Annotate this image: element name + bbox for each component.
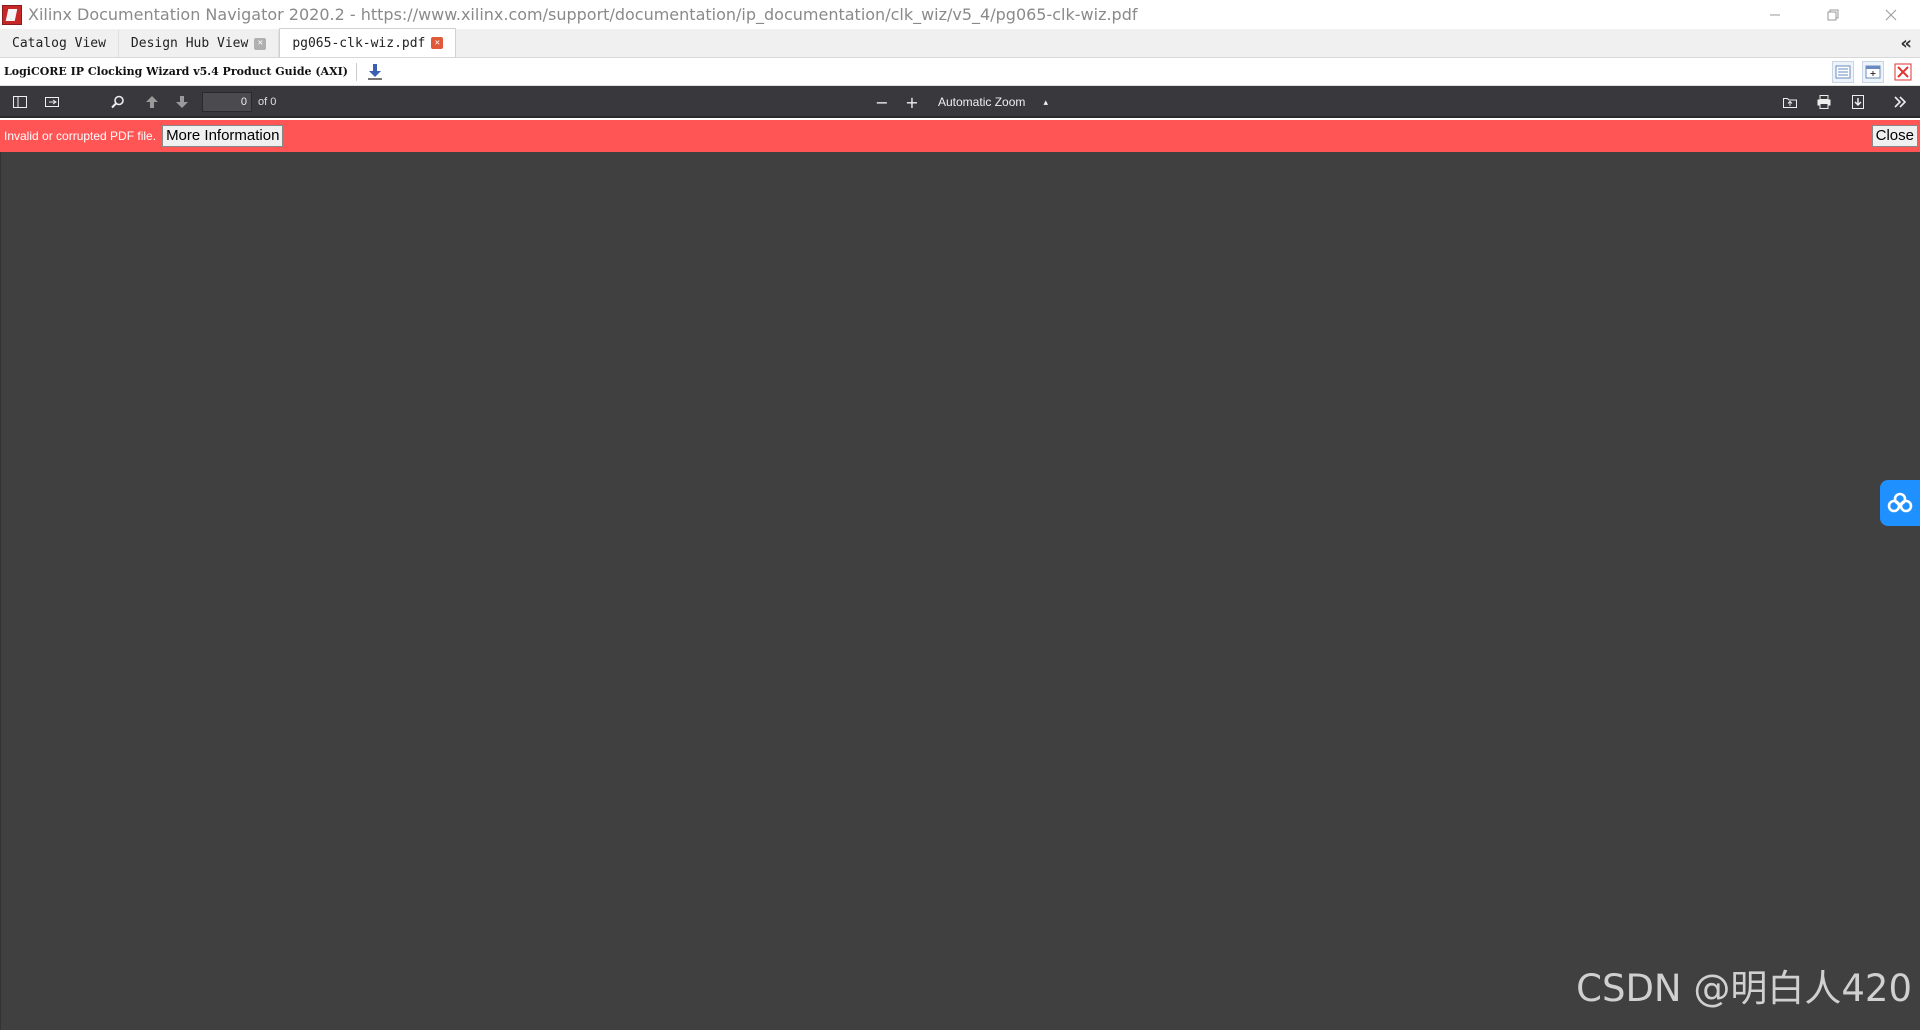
restore-button[interactable] <box>1804 0 1862 29</box>
collapse-panel-icon[interactable]: « <box>1900 33 1912 54</box>
download-button[interactable] <box>365 62 385 82</box>
close-icon <box>1894 63 1912 81</box>
open-window-button[interactable] <box>1862 61 1884 83</box>
window-titlebar: Xilinx Documentation Navigator 2020.2 - … <box>0 0 1920 29</box>
pdf-viewer-area: CSDN @明白人420 <box>0 152 1920 1030</box>
zoom-out-button[interactable]: − <box>870 86 894 118</box>
floating-share-button[interactable] <box>1880 480 1920 526</box>
view-list-button[interactable] <box>1832 61 1854 83</box>
minimize-icon <box>1770 14 1780 15</box>
tab-label: Design Hub View <box>130 36 249 51</box>
document-actions <box>1832 61 1914 83</box>
window-icon <box>1865 65 1881 79</box>
page-count-label: of 0 <box>258 96 277 108</box>
error-message: Invalid or corrupted PDF file. <box>4 129 157 143</box>
minimize-button[interactable] <box>1746 0 1804 29</box>
download-icon <box>367 63 382 80</box>
zoom-select-value: Automatic Zoom <box>938 95 1026 109</box>
sidebar-toggle-button[interactable] <box>8 86 32 118</box>
pdf-toolbar: 0 of 0 − + Automatic Zoom ▴ <box>0 86 1920 118</box>
tab-catalog-view[interactable]: Catalog View <box>0 30 119 57</box>
list-icon <box>1835 65 1851 79</box>
sidebar-toggle-icon <box>13 96 27 108</box>
divider <box>355 62 357 81</box>
error-close-button[interactable]: Close <box>1871 125 1918 147</box>
tab-strip: Catalog View Design Hub View ✕ pg065-clk… <box>0 28 1920 58</box>
tab-pdf-document[interactable]: pg065-clk-wiz.pdf ✕ <box>279 28 457 57</box>
printer-icon <box>1817 95 1831 109</box>
close-icon <box>1885 9 1897 20</box>
tab-close-icon[interactable]: ✕ <box>254 37 267 50</box>
zoom-out-label: − <box>875 92 889 112</box>
find-button[interactable] <box>106 86 130 118</box>
document-title: LogiCORE IP Clocking Wizard v5.4 Product… <box>4 65 348 78</box>
watermark-text: CSDN @明白人420 <box>1576 967 1912 1010</box>
view-outline-button[interactable] <box>40 86 64 118</box>
next-page-button[interactable] <box>170 86 194 118</box>
zoom-select[interactable]: Automatic Zoom ▴ <box>930 92 1054 112</box>
select-caret-icon: ▴ <box>1043 97 1048 107</box>
open-file-button[interactable] <box>1778 86 1802 118</box>
arrow-up-icon <box>146 96 158 108</box>
window-title: Xilinx Documentation Navigator 2020.2 - … <box>28 5 1138 24</box>
folder-icon <box>1783 98 1797 108</box>
tab-design-hub-view[interactable]: Design Hub View ✕ <box>118 30 280 57</box>
restore-icon <box>1827 9 1839 20</box>
download-pdf-button[interactable] <box>1846 86 1870 118</box>
double-chevron-right-icon <box>1894 96 1907 108</box>
app-logo-icon <box>2 4 22 25</box>
close-window-button[interactable] <box>1862 0 1920 29</box>
tab-close-icon[interactable]: ✕ <box>431 37 444 49</box>
save-icon <box>1852 95 1864 109</box>
page-number-input[interactable]: 0 <box>202 92 252 112</box>
arrow-down-icon <box>176 96 188 108</box>
more-information-button[interactable]: More Information <box>162 125 284 147</box>
print-button[interactable] <box>1812 86 1836 118</box>
error-bar: Invalid or corrupted PDF file. More Info… <box>0 120 1920 152</box>
window-controls <box>1746 0 1920 29</box>
cloud-link-icon <box>1887 492 1913 513</box>
document-header: LogiCORE IP Clocking Wizard v5.4 Product… <box>0 58 1920 86</box>
tab-label: Catalog View <box>12 36 106 51</box>
outline-icon <box>45 97 59 107</box>
zoom-in-button[interactable]: + <box>900 86 924 118</box>
tab-label: pg065-clk-wiz.pdf <box>292 35 426 51</box>
zoom-in-label: + <box>905 92 919 112</box>
previous-page-button[interactable] <box>140 86 164 118</box>
close-document-button[interactable] <box>1892 61 1914 83</box>
tools-menu-button[interactable] <box>1888 86 1912 118</box>
search-icon <box>111 95 124 109</box>
